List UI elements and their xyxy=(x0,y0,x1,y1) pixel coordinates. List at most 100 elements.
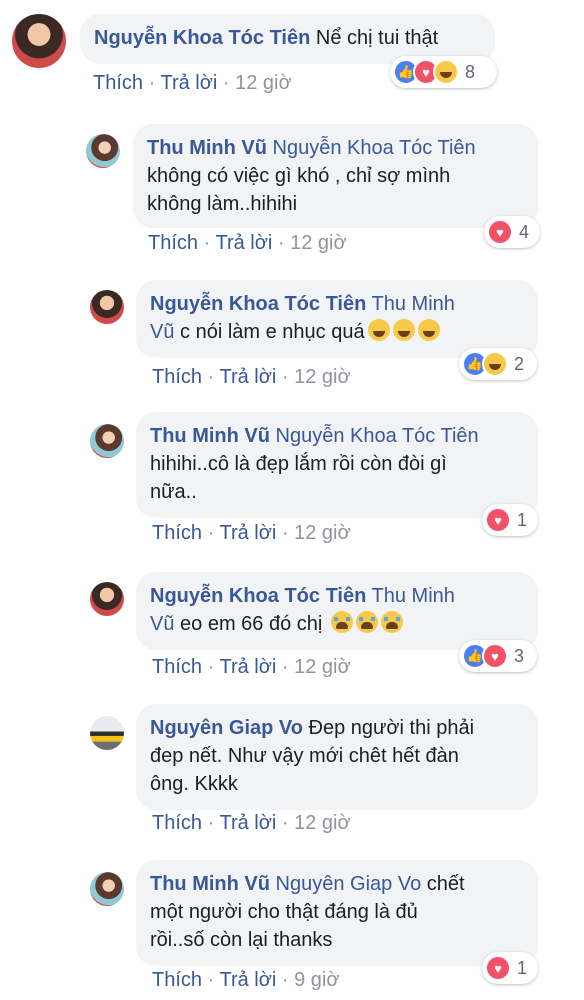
reactions-summary[interactable]: 👍 ♥ 8 xyxy=(390,56,497,88)
reaction-count: 4 xyxy=(519,221,530,242)
comment-text: Nể chị tui thật xyxy=(315,27,439,49)
mention-link[interactable]: Thu Minh xyxy=(372,293,455,315)
mention-link[interactable]: Nguyễn Khoa Tóc Tiên xyxy=(276,425,479,447)
mention-link[interactable]: Vũ xyxy=(150,613,174,635)
reply-link[interactable]: Trả lời xyxy=(219,522,276,544)
comment-author[interactable]: Nguyên Giap Vo xyxy=(150,717,303,739)
love-reaction-icon: ♥ xyxy=(487,219,513,245)
reaction-count: 2 xyxy=(514,353,525,374)
separator: · xyxy=(207,969,215,991)
comment-author[interactable]: Nguyễn Khoa Tóc Tiên xyxy=(150,585,366,607)
reactions-summary[interactable]: ♥ 4 xyxy=(484,216,540,248)
comment-bubble: Thu Minh Vũ Nguyễn Khoa Tóc Tiên không c… xyxy=(133,124,538,228)
reply-link[interactable]: Trả lời xyxy=(219,812,276,834)
laugh-cry-emoji-icon xyxy=(367,319,390,341)
comment-actions: Thích · Trả lời · 9 giờ xyxy=(152,969,339,992)
comment-time[interactable]: 12 giờ xyxy=(294,812,350,834)
comment-bubble: Nguyễn Khoa Tóc Tiên Thu Minh Vũ eo em 6… xyxy=(136,572,538,650)
comment-actions: Thích · Trả lời · 12 giờ xyxy=(152,812,351,835)
comment-text: một người cho thật đáng là đủ xyxy=(150,901,418,923)
reply-link[interactable]: Trả lời xyxy=(215,232,272,254)
like-link[interactable]: Thích xyxy=(152,366,202,388)
separator: · xyxy=(222,72,230,94)
comment-text: c nói làm e nhục quá xyxy=(180,321,365,343)
comment-text: eo em 66 đó chị xyxy=(180,613,323,635)
reactions-summary[interactable]: ♥ 1 xyxy=(482,504,538,536)
separator: · xyxy=(281,522,289,544)
haha-reaction-icon xyxy=(482,351,508,377)
comment-author[interactable]: Thu Minh Vũ xyxy=(150,425,270,447)
mention-link[interactable]: Nguyên Giap Vo xyxy=(276,873,422,895)
reactions-summary[interactable]: 👍 ♥ 3 xyxy=(459,640,537,672)
comment-time[interactable]: 12 giờ xyxy=(294,366,350,388)
comment-text: Đep người thi phải xyxy=(308,717,475,739)
comment-bubble: Nguyên Giap Vo Đep người thi phải đep nế… xyxy=(136,704,538,810)
reaction-count: 1 xyxy=(517,957,528,978)
separator: · xyxy=(207,366,215,388)
comment-time[interactable]: 12 giờ xyxy=(235,72,291,94)
avatar[interactable] xyxy=(90,872,124,906)
like-link[interactable]: Thích xyxy=(148,232,198,254)
comment-author[interactable]: Thu Minh Vũ xyxy=(150,873,270,895)
reply-link[interactable]: Trả lời xyxy=(219,366,276,388)
haha-reaction-icon xyxy=(433,59,459,85)
comment-text: không làm..hihihi xyxy=(147,193,298,215)
reactions-summary[interactable]: 👍 2 xyxy=(459,348,537,380)
like-link[interactable]: Thích xyxy=(152,656,202,678)
like-link[interactable]: Thích xyxy=(152,812,202,834)
avatar[interactable] xyxy=(12,14,66,68)
separator: · xyxy=(203,232,211,254)
comment-text: hihihi..cô là đẹp lắm rồi còn đòi gì xyxy=(150,453,447,475)
comment-actions: Thích · Trả lời · 12 giờ xyxy=(152,366,351,389)
mention-link[interactable]: Nguyễn Khoa Tóc Tiên xyxy=(273,137,476,159)
comment-time[interactable]: 12 giờ xyxy=(290,232,346,254)
reactions-summary[interactable]: ♥ 1 xyxy=(482,952,538,984)
like-link[interactable]: Thích xyxy=(152,969,202,991)
crying-emoji-icon xyxy=(330,611,353,633)
like-link[interactable]: Thích xyxy=(152,522,202,544)
separator: · xyxy=(281,656,289,678)
separator: · xyxy=(207,656,215,678)
comment-time[interactable]: 12 giờ xyxy=(294,656,350,678)
comment-author[interactable]: Nguyễn Khoa Tóc Tiên xyxy=(94,27,310,49)
reply-link[interactable]: Trả lời xyxy=(219,656,276,678)
comment-author[interactable]: Thu Minh Vũ xyxy=(147,137,267,159)
reply-link[interactable]: Trả lời xyxy=(219,969,276,991)
mention-link[interactable]: Thu Minh xyxy=(372,585,455,607)
laugh-cry-emoji-icon xyxy=(392,319,415,341)
avatar[interactable] xyxy=(86,134,120,168)
avatar[interactable] xyxy=(90,582,124,616)
comment-time[interactable]: 12 giờ xyxy=(294,522,350,544)
comment-text: không có việc gì khó , chỉ sợ mình xyxy=(147,165,451,187)
love-reaction-icon: ♥ xyxy=(482,643,508,669)
mention-link[interactable]: Vũ xyxy=(150,321,174,343)
comment-bubble: Thu Minh Vũ Nguyên Giap Vo chết một ngườ… xyxy=(136,860,538,966)
love-reaction-icon: ♥ xyxy=(485,955,511,981)
separator: · xyxy=(207,522,215,544)
comment-author[interactable]: Nguyễn Khoa Tóc Tiên xyxy=(150,293,366,315)
separator: · xyxy=(148,72,156,94)
love-reaction-icon: ♥ xyxy=(485,507,511,533)
comment-text: chết xyxy=(426,873,465,895)
comment-text: đep nết. Như vậy mới chêt hết đàn xyxy=(150,745,459,767)
reaction-count: 8 xyxy=(465,61,476,82)
comment-text: nữa.. xyxy=(150,481,197,503)
crying-emoji-icon xyxy=(355,611,378,633)
reply-link[interactable]: Trả lời xyxy=(160,72,217,94)
separator: · xyxy=(281,969,289,991)
comment-actions: Thích · Trả lời · 12 giờ xyxy=(93,72,292,95)
separator: · xyxy=(281,366,289,388)
separator: · xyxy=(281,812,289,834)
avatar[interactable] xyxy=(90,716,124,750)
separator: · xyxy=(207,812,215,834)
like-link[interactable]: Thích xyxy=(93,72,143,94)
avatar[interactable] xyxy=(90,424,124,458)
separator: · xyxy=(277,232,285,254)
comment-actions: Thích · Trả lời · 12 giờ xyxy=(148,232,347,255)
comment-actions: Thích · Trả lời · 12 giờ xyxy=(152,522,351,545)
comment-bubble: Thu Minh Vũ Nguyễn Khoa Tóc Tiên hihihi.… xyxy=(136,412,538,518)
comment-text: ông. Kkkk xyxy=(150,773,238,795)
avatar[interactable] xyxy=(90,290,124,324)
crying-emoji-icon xyxy=(380,611,403,633)
comment-time[interactable]: 9 giờ xyxy=(294,969,339,991)
